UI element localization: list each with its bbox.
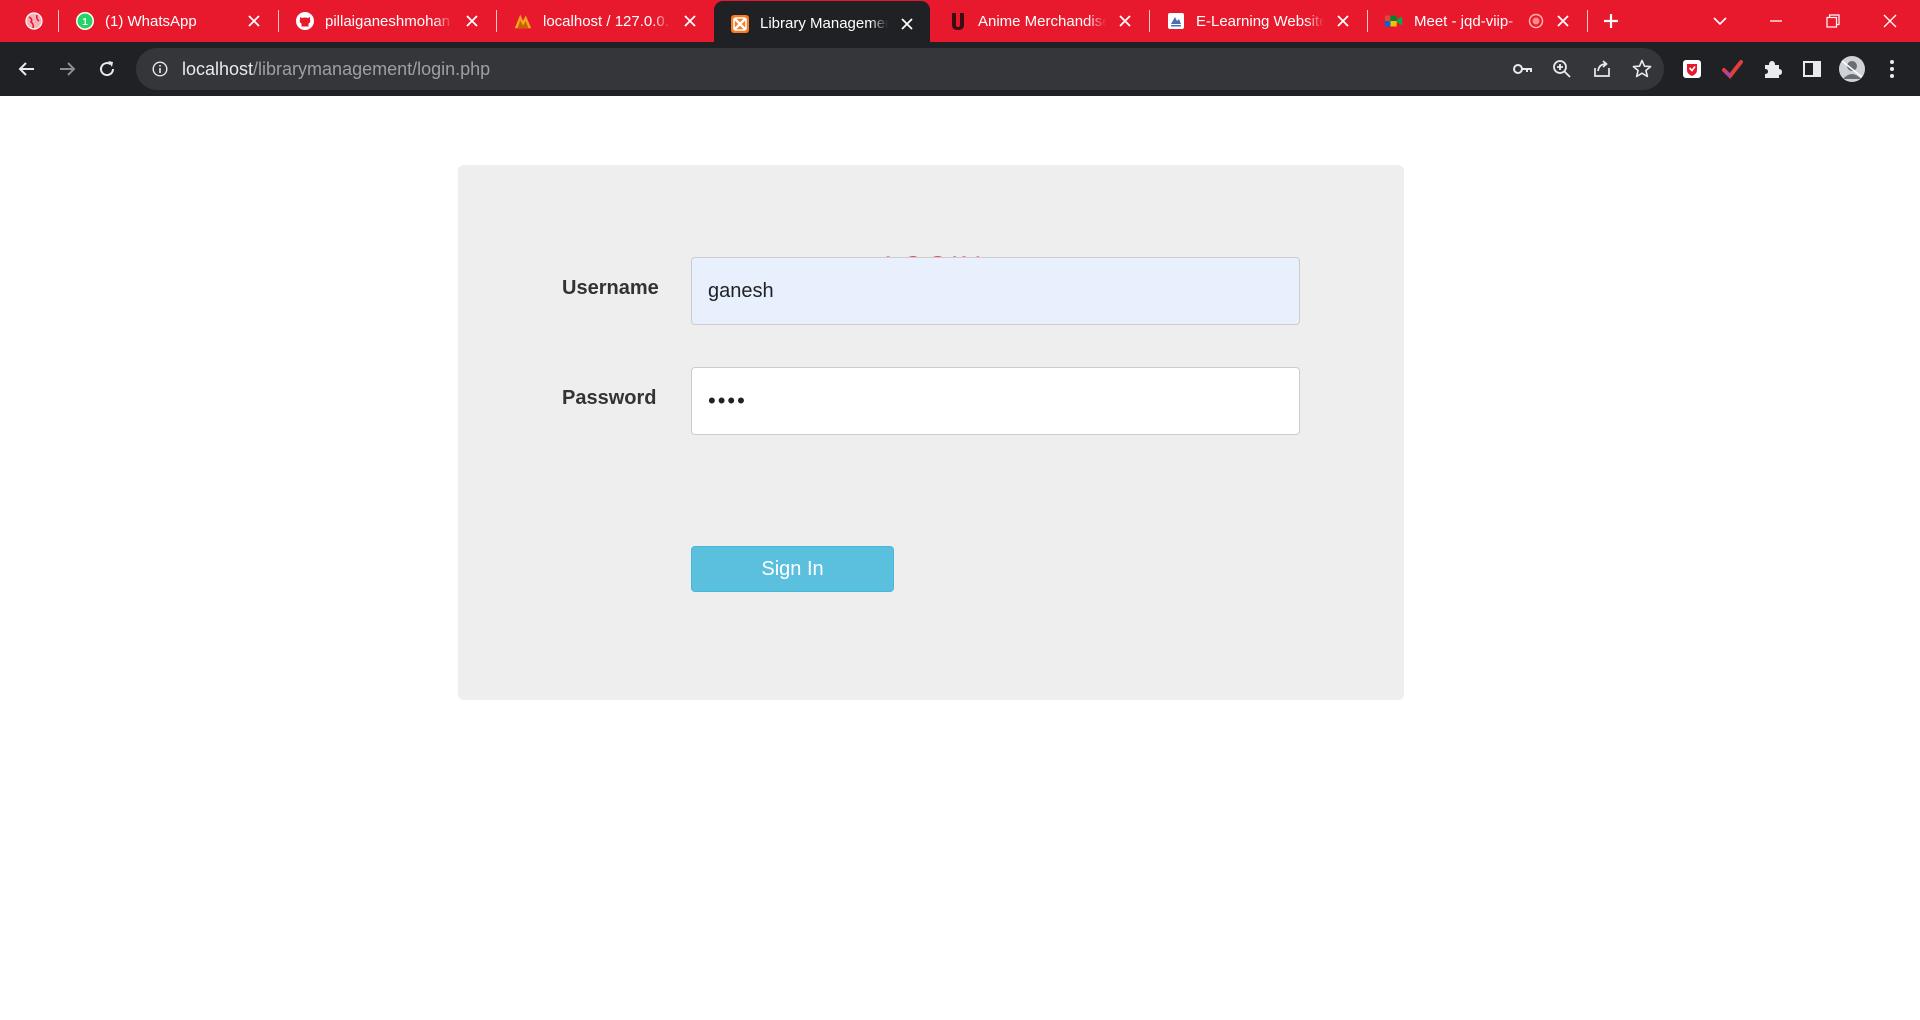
close-icon[interactable] [1332, 10, 1354, 32]
profile-avatar[interactable] [1836, 53, 1868, 85]
tab-meet[interactable]: Meet - jqd-viip- [1368, 0, 1586, 42]
close-icon[interactable] [243, 10, 265, 32]
close-icon[interactable] [679, 10, 701, 32]
tab-title: localhost / 127.0.0.1 [543, 12, 671, 30]
tab-phpmyadmin[interactable]: localhost / 127.0.0.1 [497, 0, 713, 42]
new-tab-button[interactable] [1595, 6, 1627, 36]
tab-search-button[interactable] [1704, 6, 1736, 36]
password-label: Password [562, 387, 657, 409]
tab-title: Meet - jqd-viip- [1414, 12, 1524, 30]
whatsapp-icon: 1 [75, 11, 95, 31]
username-label: Username [562, 277, 659, 299]
recording-indicator-icon [1528, 13, 1544, 29]
anime-logo-icon [948, 11, 968, 31]
close-icon[interactable] [896, 13, 918, 35]
back-button[interactable] [11, 53, 43, 85]
tab-whatsapp[interactable]: 1 (1) WhatsApp [59, 0, 277, 42]
tab-title: Anime Merchandise [978, 12, 1106, 30]
forward-button[interactable] [51, 53, 83, 85]
reload-button[interactable] [91, 53, 123, 85]
url-host: localhost [182, 58, 254, 79]
tab-library-management[interactable]: Library Management [714, 1, 930, 46]
page-icon [1166, 11, 1186, 31]
bookmark-star-icon[interactable] [1626, 53, 1658, 85]
menu-kebab-icon[interactable] [1876, 53, 1908, 85]
key-icon[interactable] [1506, 53, 1538, 85]
side-panel-icon[interactable] [1796, 53, 1828, 85]
github-icon [295, 11, 315, 31]
browser-toolbar: localhost/librarymanagement/login.php [0, 42, 1920, 96]
phpmyadmin-icon [513, 11, 533, 31]
tab-e-learning-website[interactable]: E-Learning Website [1150, 0, 1366, 42]
extension-shield-icon[interactable] [1676, 53, 1708, 85]
page-viewport: LOGIN Username Password Sign In [0, 96, 1920, 1020]
username-input[interactable] [691, 257, 1300, 325]
tab-title: Library Management [760, 15, 888, 32]
info-icon[interactable] [150, 59, 170, 79]
share-icon[interactable] [1586, 53, 1618, 85]
tab-title: pillaiganeshmohan [325, 12, 453, 30]
close-window-button[interactable] [1874, 6, 1906, 36]
address-bar[interactable]: localhost/librarymanagement/login.php [136, 48, 1664, 90]
tab-title: E-Learning Website [1196, 12, 1324, 30]
login-card: LOGIN Username Password Sign In [458, 165, 1404, 700]
restore-button[interactable] [1817, 6, 1849, 36]
meet-icon [1384, 11, 1404, 31]
extension-check-icon[interactable] [1716, 53, 1748, 85]
tab-github[interactable]: pillaiganeshmohan [279, 0, 495, 42]
tab-anime-merchandise[interactable]: Anime Merchandise [932, 0, 1148, 42]
extensions-puzzle-icon[interactable] [1756, 53, 1788, 85]
url-text[interactable]: localhost/librarymanagement/login.php [182, 59, 490, 80]
tab-strip: 1 (1) WhatsApp pillaiganeshmohan localho… [0, 0, 1920, 46]
xampp-icon [730, 14, 750, 34]
sign-in-button[interactable]: Sign In [691, 546, 894, 592]
close-icon[interactable] [1552, 10, 1574, 32]
password-input[interactable] [691, 367, 1300, 435]
close-icon[interactable] [461, 10, 483, 32]
url-path: /librarymanagement/login.php [253, 58, 491, 79]
tab-separator [1587, 10, 1588, 32]
minimize-button[interactable] [1760, 6, 1792, 36]
tab-title: (1) WhatsApp [105, 12, 235, 30]
close-icon[interactable] [1114, 10, 1136, 32]
globe-icon [24, 11, 44, 31]
zoom-icon[interactable] [1546, 53, 1578, 85]
svg-text:1: 1 [82, 17, 88, 28]
tab-globe[interactable] [8, 0, 58, 42]
